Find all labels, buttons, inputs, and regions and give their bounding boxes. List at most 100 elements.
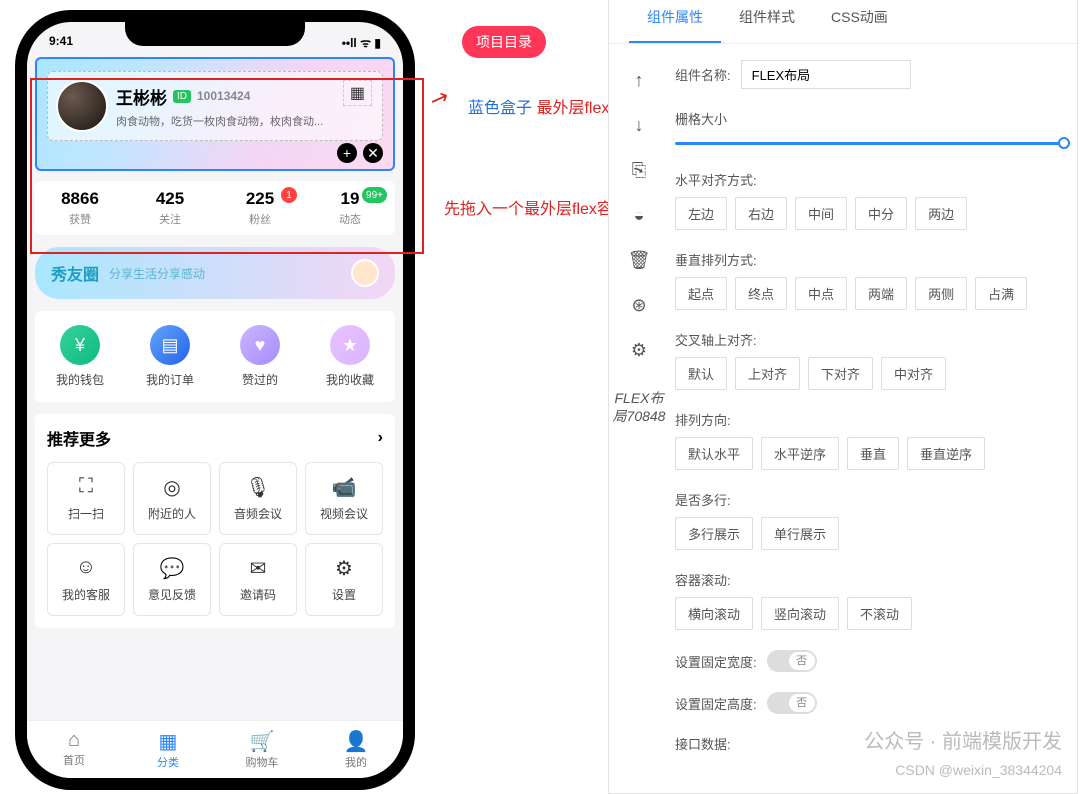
opt-4-0[interactable]: 多行展示 — [675, 517, 753, 550]
grid-icon: 🎙 — [220, 475, 296, 499]
grid-item-0[interactable]: ⛶扫一扫 — [47, 462, 125, 535]
opt-5-0[interactable]: 横向滚动 — [675, 597, 753, 630]
stat-feed[interactable]: 19动态99+ — [305, 189, 395, 227]
grid-item-2[interactable]: 🎙音频会议 — [219, 462, 297, 535]
tab-anim[interactable]: CSS动画 — [813, 0, 906, 43]
opt-3-3[interactable]: 垂直逆序 — [907, 437, 985, 470]
grid-label: 邀请码 — [220, 586, 296, 603]
opt-2-0[interactable]: 默认 — [675, 357, 727, 390]
opt-4-1[interactable]: 单行展示 — [761, 517, 839, 550]
tab-icon: 👤 — [309, 729, 403, 754]
opt-2-3[interactable]: 中对齐 — [881, 357, 946, 390]
opt-1-1[interactable]: 终点 — [735, 277, 787, 310]
group-label-5: 容器滚动: — [675, 570, 1067, 589]
grid-item-6[interactable]: ✉ 邀请码 — [219, 543, 297, 616]
app-icon[interactable]: ◒ — [634, 205, 645, 226]
fixed-h-label: 设置固定高度: — [675, 694, 757, 713]
fixed-w-label: 设置固定宽度: — [675, 652, 757, 671]
tab-icon: ▦ — [121, 729, 215, 754]
stat-likes[interactable]: 8866获赞 — [35, 189, 125, 227]
opt-5-1[interactable]: 竖向滚动 — [761, 597, 839, 630]
grid-icon: 💬 — [134, 556, 210, 580]
close-icon[interactable]: ✕ — [363, 143, 383, 163]
component-name-input[interactable] — [741, 60, 911, 89]
stats-row: 8866获赞 425关注 225粉丝1 19动态99+ — [35, 181, 395, 235]
quick-liked[interactable]: ♥赞过的 — [215, 325, 305, 388]
profile-card[interactable]: 王彬彬 ID 10013424 肉食动物，吃货一枚肉食动物，枚肉食动... ▦ … — [35, 57, 395, 171]
friends-sub: 分享生活分享感动 — [109, 265, 205, 282]
tab-label: 首页 — [63, 755, 85, 767]
tab-2[interactable]: 🛒购物车 — [215, 729, 309, 770]
grid-item-3[interactable]: 📹视频会议 — [305, 462, 383, 535]
opt-0-3[interactable]: 中分 — [855, 197, 907, 230]
grid-icon: ⚙ — [306, 556, 382, 580]
grid-label: 设置 — [306, 586, 382, 603]
id-badge-icon: ID — [173, 90, 191, 103]
grid-icon: ✉ — [220, 556, 296, 580]
grid-item-7[interactable]: ⚙ 设置 — [305, 543, 383, 616]
phone-notch — [125, 20, 305, 46]
project-dir-button[interactable]: 项目目录 — [462, 26, 546, 58]
quick-orders[interactable]: ▤我的订单 — [125, 325, 215, 388]
tab-style[interactable]: 组件样式 — [721, 0, 813, 43]
opt-3-2[interactable]: 垂直 — [847, 437, 899, 470]
grid-item-5[interactable]: 💬意见反馈 — [133, 543, 211, 616]
gear-icon[interactable]: ⚙ — [631, 340, 647, 361]
quick-row: ¥我的钱包 ▤我的订单 ♥赞过的 ★我的收藏 — [35, 311, 395, 402]
friends-title: 秀友圈 — [51, 261, 99, 285]
tab-3[interactable]: 👤我的 — [309, 729, 403, 770]
opt-3-1[interactable]: 水平逆序 — [761, 437, 839, 470]
more-section: 推荐更多 › ⛶扫一扫◎附近的人🎙音频会议📹视频会议 ☺我的客服💬意见反馈 ✉ 邀请码 ⚙… — [35, 414, 395, 628]
opt-1-0[interactable]: 起点 — [675, 277, 727, 310]
grid-item-1[interactable]: ◎附近的人 — [133, 462, 211, 535]
tab-icon: ⌂ — [27, 729, 121, 752]
stat-fans[interactable]: 225粉丝1 — [215, 189, 305, 227]
tab-label: 购物车 — [246, 757, 279, 769]
opt-1-2[interactable]: 中点 — [795, 277, 847, 310]
api-label: 接口数据: — [675, 737, 731, 752]
user-id: 10013424 — [197, 89, 250, 103]
chevron-right-icon[interactable]: › — [378, 429, 383, 447]
opt-1-4[interactable]: 两侧 — [915, 277, 967, 310]
avatar[interactable] — [56, 80, 108, 132]
opt-3-0[interactable]: 默认水平 — [675, 437, 753, 470]
grid-label: 扫一扫 — [48, 505, 124, 522]
watermark-2: CSDN @weixin_38344204 — [895, 762, 1062, 778]
fixed-w-toggle[interactable]: 否 — [767, 650, 817, 672]
opt-0-2[interactable]: 中间 — [795, 197, 847, 230]
qr-icon[interactable]: ▦ — [343, 80, 372, 106]
opt-0-0[interactable]: 左边 — [675, 197, 727, 230]
opt-1-5[interactable]: 占满 — [975, 277, 1027, 310]
tab-1[interactable]: ▦分类 — [121, 729, 215, 770]
opt-0-1[interactable]: 右边 — [735, 197, 787, 230]
panel-tabs: 组件属性 组件样式 CSS动画 — [609, 0, 1077, 44]
opt-2-1[interactable]: 上对齐 — [735, 357, 800, 390]
copy-icon[interactable]: ⎘ — [632, 160, 646, 181]
grid-size-slider[interactable] — [675, 136, 1067, 150]
opt-0-4[interactable]: 两边 — [915, 197, 967, 230]
tab-0[interactable]: ⌂ 首页 — [27, 729, 121, 770]
add-icon[interactable]: + — [337, 143, 357, 163]
arrow-up-icon[interactable]: ↑ — [635, 70, 644, 91]
quick-fav[interactable]: ★我的收藏 — [305, 325, 395, 388]
fans-badge: 1 — [281, 187, 297, 203]
friends-banner[interactable]: 秀友圈 分享生活分享感动 — [35, 247, 395, 299]
opt-2-2[interactable]: 下对齐 — [808, 357, 873, 390]
watermark-1: 公众号 · 前端模版开发 — [864, 725, 1062, 754]
grid-item-4[interactable]: ☺我的客服 — [47, 543, 125, 616]
side-toolbar: ↑ ↓ ⎘ ◒ 🗑 ⊛ ⚙ FLEX布局70848 — [609, 44, 669, 773]
grid-label: 视频会议 — [306, 505, 382, 522]
fixed-h-toggle[interactable]: 否 — [767, 692, 817, 714]
trash-icon[interactable]: 🗑 — [628, 250, 651, 271]
grid-icon: ☺ — [48, 556, 124, 580]
opt-1-3[interactable]: 两端 — [855, 277, 907, 310]
opt-5-2[interactable]: 不滚动 — [847, 597, 912, 630]
arrow-down-icon[interactable]: ↓ — [635, 115, 644, 136]
tab-props[interactable]: 组件属性 — [629, 0, 721, 43]
status-icons: ••ll ᯤ ▮ — [342, 34, 381, 51]
stat-follow[interactable]: 425关注 — [125, 189, 215, 227]
quick-wallet[interactable]: ¥我的钱包 — [35, 325, 125, 388]
grid-label: 附近的人 — [134, 505, 210, 522]
target-icon[interactable]: ⊛ — [631, 295, 646, 316]
more-title: 推荐更多 — [47, 426, 111, 450]
